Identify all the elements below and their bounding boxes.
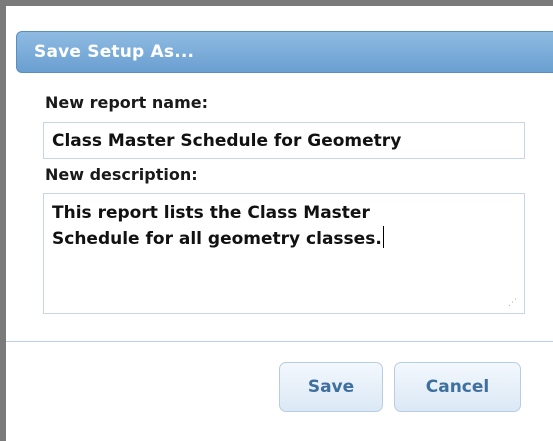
report-name-input[interactable]	[43, 122, 525, 159]
description-line-1: This report lists the Class Master	[52, 203, 370, 223]
text-caret	[382, 226, 384, 248]
description-label: New description:	[45, 165, 198, 184]
dialog-titlebar[interactable]: Save Setup As...	[16, 31, 553, 73]
description-line-2: Schedule for all geometry classes.	[52, 229, 382, 249]
resize-grip-icon[interactable]: ⋰	[508, 297, 520, 309]
report-name-label: New report name:	[45, 93, 208, 112]
footer-divider	[6, 341, 553, 342]
dialog-title: Save Setup As...	[34, 42, 195, 62]
description-textarea[interactable]: This report lists the Class Master Sched…	[43, 193, 525, 314]
cancel-button[interactable]: Cancel	[394, 362, 521, 412]
save-button[interactable]: Save	[279, 362, 383, 412]
